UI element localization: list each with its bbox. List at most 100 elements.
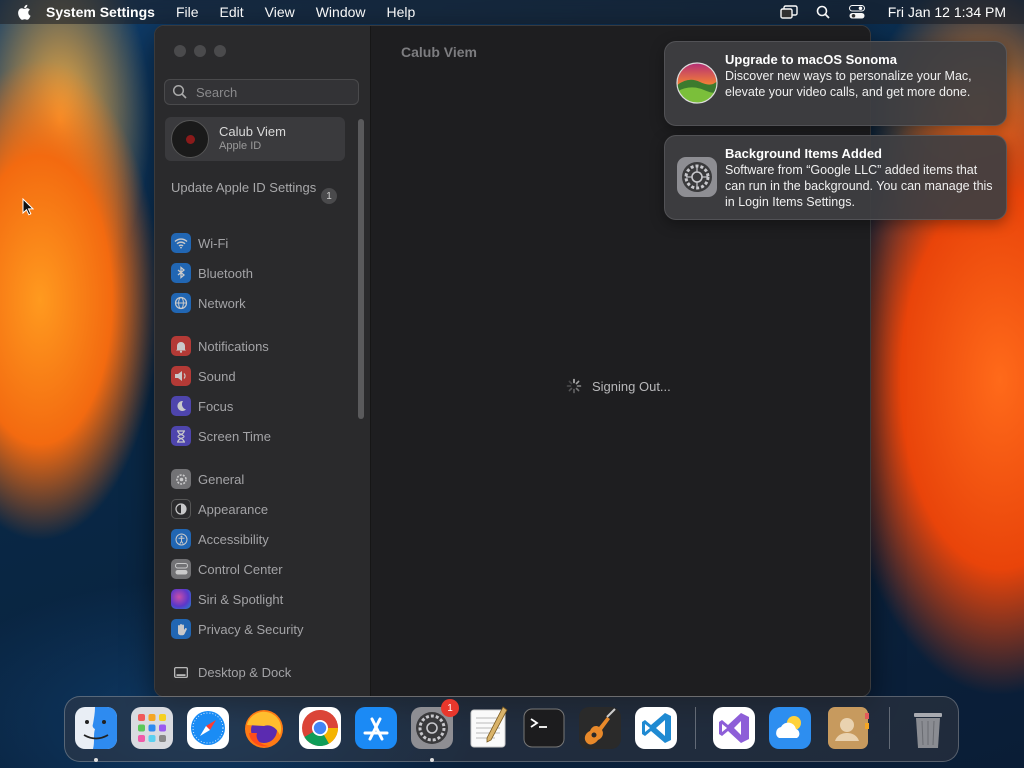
minimize-window-button[interactable] xyxy=(194,45,206,57)
dock-contacts[interactable] xyxy=(825,705,871,751)
dock-system-settings[interactable]: 1 xyxy=(409,699,459,762)
notification-title: Background Items Added xyxy=(725,146,882,161)
settings-main-pane: Calub Viem Signing Out... xyxy=(371,26,870,696)
dock-separator xyxy=(889,707,890,749)
sidebar-item-notifications[interactable]: Notifications xyxy=(171,335,351,357)
menu-bar: System Settings File Edit View Window He… xyxy=(0,0,1024,24)
dock-trash[interactable] xyxy=(905,705,951,751)
sidebar-item-label: Desktop & Dock xyxy=(198,664,292,680)
dock-textedit[interactable] xyxy=(465,705,511,751)
sidebar-item-label: Bluetooth xyxy=(198,265,253,281)
gear-icon xyxy=(171,469,191,489)
dock-app-store[interactable] xyxy=(353,705,399,751)
terminal-icon xyxy=(523,708,565,748)
sidebar-scrollbar[interactable] xyxy=(358,119,364,419)
signing-out-status: Signing Out... xyxy=(566,378,671,394)
control-center-icon xyxy=(171,559,191,579)
siri-icon xyxy=(171,589,191,609)
menu-edit[interactable]: Edit xyxy=(220,4,244,20)
control-center-icon[interactable] xyxy=(848,4,866,20)
dock-firefox[interactable] xyxy=(241,705,287,751)
notification-body: Discover new ways to personalize your Ma… xyxy=(725,69,972,99)
screen-mirroring-icon[interactable] xyxy=(780,4,798,20)
dock-terminal[interactable] xyxy=(521,705,567,751)
sidebar-item-label: Siri & Spotlight xyxy=(198,591,284,607)
dock-finder[interactable] xyxy=(73,705,119,762)
menu-file[interactable]: File xyxy=(176,4,199,20)
app-store-icon xyxy=(355,707,397,749)
notification-badge: 1 xyxy=(441,699,459,717)
sidebar-item-label: Notifications xyxy=(198,338,269,354)
desktop-icon xyxy=(171,662,191,682)
settings-sidebar: Calub Viem Apple ID Update Apple ID Sett… xyxy=(155,26,371,696)
sidebar-search-field[interactable] xyxy=(164,79,359,105)
sidebar-item-wifi[interactable]: Wi-Fi xyxy=(171,232,351,254)
sidebar-item-focus[interactable]: Focus xyxy=(171,395,351,417)
sidebar-item-control-center[interactable]: Control Center xyxy=(171,558,351,580)
sidebar-item-general[interactable]: General xyxy=(171,468,351,490)
sidebar-item-label: Wi-Fi xyxy=(198,235,229,251)
hand-icon xyxy=(171,619,191,639)
sidebar-item-label: Sound xyxy=(198,368,236,384)
speaker-icon xyxy=(171,366,191,386)
sidebar-item-label: Control Center xyxy=(198,561,283,577)
search-input[interactable] xyxy=(194,83,348,101)
search-icon xyxy=(172,84,187,99)
appearance-icon xyxy=(171,499,191,519)
menu-window[interactable]: Window xyxy=(316,4,366,20)
update-apple-id-settings-item[interactable]: Update Apple ID Settings xyxy=(171,180,341,196)
page-title: Calub Viem xyxy=(401,44,477,60)
sidebar-item-desktop-dock[interactable]: Desktop & Dock xyxy=(171,661,351,683)
notification-background-items[interactable]: Background Items Added Software from “Go… xyxy=(664,135,1007,220)
hourglass-icon xyxy=(171,426,191,446)
dock: 1 xyxy=(64,696,959,762)
wifi-icon xyxy=(171,233,191,253)
zoom-window-button[interactable] xyxy=(214,45,226,57)
sidebar-item-siri-spotlight[interactable]: Siri & Spotlight xyxy=(171,588,351,610)
dock-visual-studio[interactable] xyxy=(711,705,757,751)
apple-menu-icon[interactable] xyxy=(16,3,34,21)
sidebar-item-label: Focus xyxy=(198,398,234,414)
sidebar-item-bluetooth[interactable]: Bluetooth xyxy=(171,262,351,284)
dock-chrome[interactable] xyxy=(297,705,343,751)
account-subtitle: Apple ID xyxy=(219,140,262,152)
notification-title: Upgrade to macOS Sonoma xyxy=(725,52,897,67)
sidebar-item-privacy-security[interactable]: Privacy & Security xyxy=(171,618,351,640)
finder-icon xyxy=(75,707,117,749)
sidebar-item-network[interactable]: Network xyxy=(171,292,351,314)
menu-help[interactable]: Help xyxy=(387,4,416,20)
bluetooth-icon xyxy=(171,263,191,283)
menu-app-name[interactable]: System Settings xyxy=(46,4,155,20)
sidebar-item-screen-time[interactable]: Screen Time xyxy=(171,425,351,447)
sidebar-item-label: Appearance xyxy=(198,501,269,517)
macos-sonoma-icon xyxy=(676,62,718,104)
dock-weather[interactable] xyxy=(767,705,813,751)
status-text: Signing Out... xyxy=(592,378,671,394)
close-window-button[interactable] xyxy=(174,45,186,57)
dock-separator xyxy=(695,707,696,749)
system-settings-gear-icon xyxy=(677,157,717,197)
notification-upgrade-sonoma[interactable]: Upgrade to macOS Sonoma Discover new way… xyxy=(664,41,1007,126)
contacts-icon xyxy=(828,707,869,749)
menu-clock[interactable]: Fri Jan 12 1:34 PM xyxy=(888,4,1006,20)
sidebar-item-label: Network xyxy=(198,295,246,311)
avatar xyxy=(171,120,209,158)
sidebar-item-appearance[interactable]: Appearance xyxy=(171,498,351,520)
sidebar-item-sound[interactable]: Sound xyxy=(171,365,351,387)
mouse-pointer-icon xyxy=(22,198,34,216)
dock-garageband[interactable] xyxy=(577,705,623,751)
update-count-badge: 1 xyxy=(321,188,337,204)
apple-id-account-row[interactable]: Calub Viem Apple ID xyxy=(165,117,345,161)
dock-launchpad[interactable] xyxy=(129,705,175,751)
sidebar-item-label: General xyxy=(198,471,245,487)
sidebar-item-label: Accessibility xyxy=(198,531,269,547)
trash-icon xyxy=(914,713,942,748)
dock-vscode[interactable] xyxy=(633,705,679,751)
sidebar-item-accessibility[interactable]: Accessibility xyxy=(171,528,351,550)
spotlight-search-icon[interactable] xyxy=(814,4,832,20)
menu-view[interactable]: View xyxy=(265,4,295,20)
bell-icon xyxy=(171,336,191,356)
chrome-icon xyxy=(299,707,341,749)
dock-safari[interactable] xyxy=(185,705,231,751)
weather-icon xyxy=(769,707,811,749)
